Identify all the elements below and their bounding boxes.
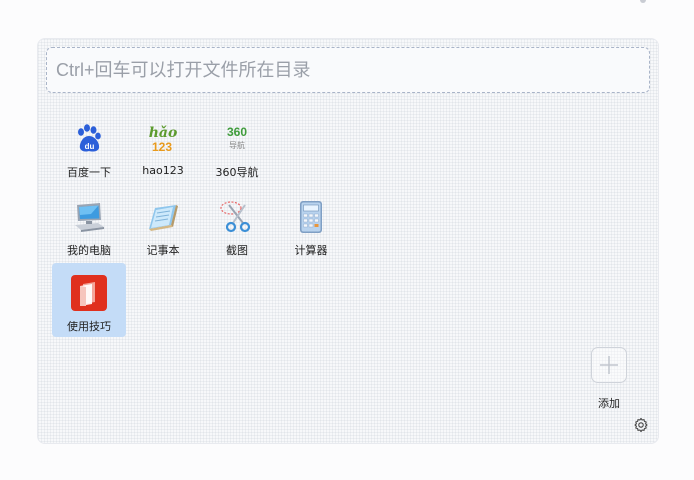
search-box[interactable]: [46, 47, 650, 93]
hao123-icon: hǎo 123: [149, 125, 178, 154]
svg-text:360: 360: [227, 125, 247, 139]
scissors-icon: [220, 201, 251, 233]
baidu-icon: du: [78, 124, 101, 152]
svg-text:123: 123: [152, 140, 172, 154]
app-label: 百度一下: [67, 166, 111, 179]
app-usage-tips[interactable]: 使用技巧: [52, 263, 126, 337]
app-screenshot[interactable]: 截图: [200, 187, 274, 261]
app-hao123[interactable]: hǎo 123 hao123: [126, 109, 200, 183]
app-label: 使用技巧: [67, 320, 111, 333]
app-360-nav[interactable]: 360 导航 360导航: [200, 109, 274, 183]
add-label: 添加: [598, 397, 620, 410]
app-calculator[interactable]: 计算器: [274, 187, 348, 261]
app-label: 截图: [226, 244, 248, 257]
app-my-computer[interactable]: 我的电脑: [52, 187, 126, 261]
app-label: 360导航: [215, 166, 259, 179]
app-notepad[interactable]: 记事本: [126, 187, 200, 261]
app-label: hao123: [142, 164, 184, 177]
app-label: 记事本: [146, 244, 180, 257]
launcher-window: { "search": { "placeholder": "Ctrl+回车可以打…: [0, 0, 694, 480]
svg-text:du: du: [85, 142, 95, 151]
svg-text:导航: 导航: [229, 140, 245, 150]
calculator-icon: [300, 201, 322, 233]
add-button[interactable]: [591, 347, 627, 383]
computer-icon: [75, 203, 104, 232]
app-label: 计算器: [294, 244, 328, 257]
app-baidu[interactable]: du 百度一下: [52, 109, 126, 183]
search-input[interactable]: [47, 48, 649, 92]
tips-icon: [71, 275, 107, 311]
360-nav-icon: 360 导航: [227, 125, 247, 150]
gear-icon[interactable]: [633, 417, 649, 433]
svg-text:hǎo: hǎo: [149, 125, 178, 141]
launcher-panel: du 百度一下 hǎo 123 hao123 360 导航 360导航 我的电脑: [37, 38, 659, 444]
notepad-icon: [149, 205, 178, 231]
plus-icon: [600, 356, 618, 374]
window-corner-indicator: [640, 0, 646, 3]
app-label: 我的电脑: [67, 244, 111, 257]
